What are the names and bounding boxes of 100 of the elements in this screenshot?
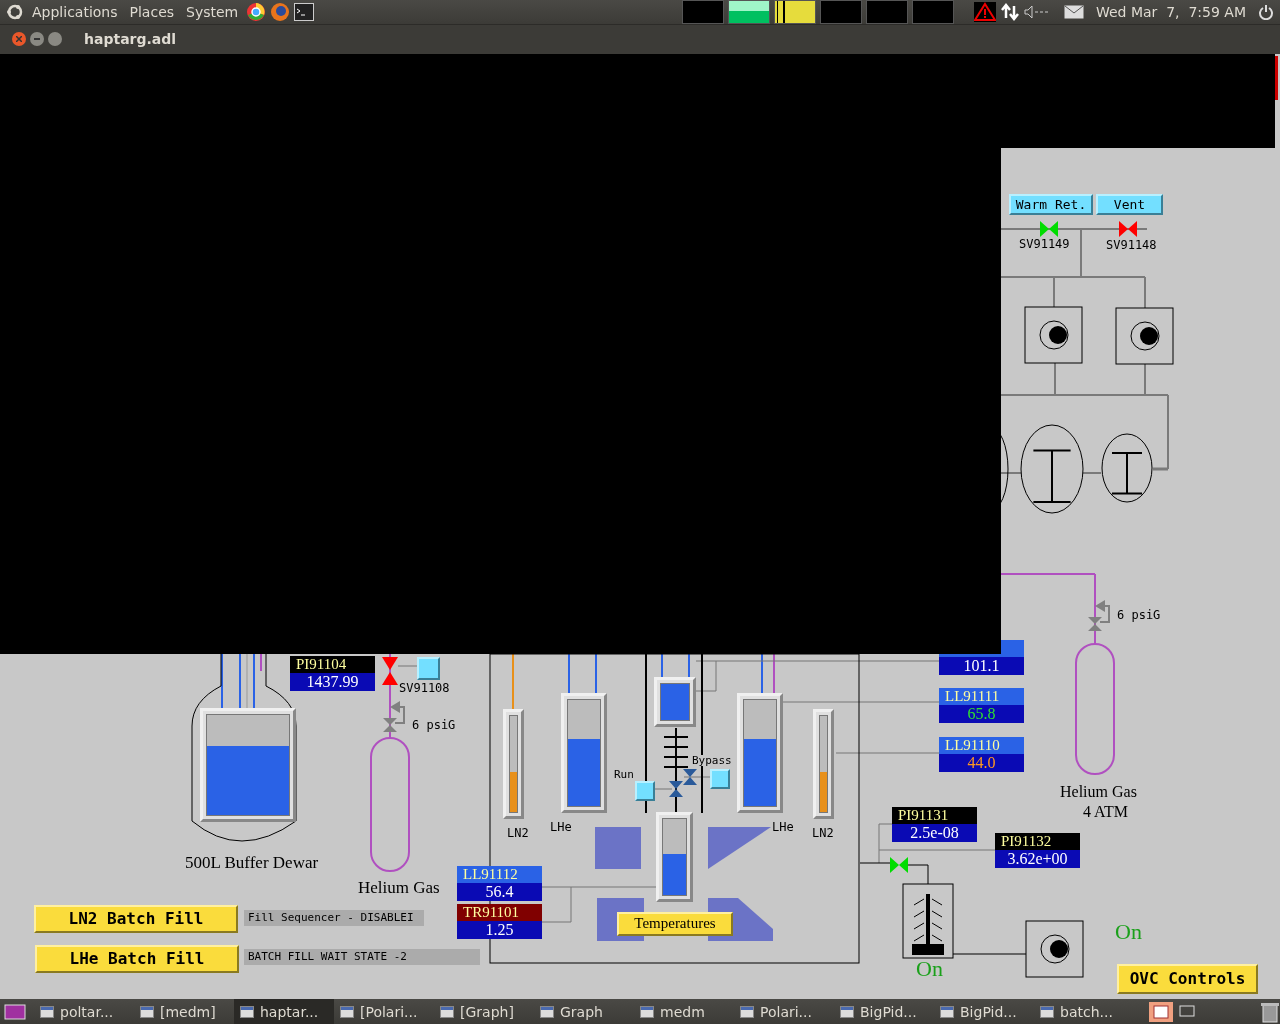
diagram-label: Helium Gas bbox=[1060, 783, 1137, 800]
workspace-icon[interactable] bbox=[1148, 1000, 1174, 1023]
clock[interactable]: Wed Mar 7, 7:59 AM bbox=[1087, 4, 1254, 20]
close-icon bbox=[16, 36, 22, 43]
diagram-label: LN2 bbox=[812, 826, 834, 839]
readout-name: LL91112 bbox=[457, 865, 542, 883]
readout-value: 2.5e-08 bbox=[910, 823, 959, 841]
status-text: On bbox=[1115, 920, 1142, 943]
taskbar-item[interactable]: BigPid... bbox=[934, 999, 1034, 1024]
pump-icon bbox=[1115, 307, 1174, 365]
ubuntu-logo-icon[interactable] bbox=[6, 3, 24, 21]
window-title: haptarg.adl bbox=[84, 31, 177, 48]
regulator-icon bbox=[383, 700, 405, 732]
action-button[interactable]: LHe Batch Fill bbox=[35, 944, 239, 973]
disk-graph bbox=[911, 0, 954, 24]
diagram-label: Helium Gas bbox=[358, 878, 440, 896]
window-icon bbox=[640, 1005, 654, 1018]
readout-name: PI91132 bbox=[995, 832, 1080, 850]
panel-menu[interactable]: System bbox=[182, 4, 243, 20]
cpu-graph bbox=[681, 0, 724, 24]
window-icon bbox=[740, 1005, 754, 1018]
terminal-icon[interactable] bbox=[294, 3, 315, 21]
window-icon bbox=[340, 1005, 354, 1018]
window-icon bbox=[240, 1005, 254, 1018]
action-button[interactable]: Temperatures bbox=[617, 911, 733, 936]
close-button[interactable] bbox=[12, 32, 26, 47]
swap-graph bbox=[819, 0, 862, 24]
control-button[interactable]: Vent bbox=[1096, 193, 1163, 215]
window-icon bbox=[140, 1005, 154, 1018]
panel-menu[interactable]: Applications bbox=[28, 4, 122, 20]
action-button[interactable]: LN2 Batch Fill bbox=[34, 904, 238, 933]
taskbar-item[interactable]: BigPid... bbox=[834, 999, 934, 1024]
valve-label: SV91149 bbox=[1019, 237, 1070, 250]
taskbar-item[interactable]: medm bbox=[634, 999, 734, 1024]
diagram-label: LHe bbox=[772, 820, 794, 833]
taskbar-item[interactable]: Graph bbox=[534, 999, 634, 1024]
taskbar-item[interactable]: poltar... bbox=[34, 999, 134, 1024]
warning-icon[interactable] bbox=[973, 2, 996, 22]
readout-name: TR91101 bbox=[457, 903, 542, 921]
action-button[interactable]: OVC Controls bbox=[1117, 963, 1258, 994]
pump-icon bbox=[1024, 306, 1083, 364]
status-message: Fill Sequencer - DISABLEI bbox=[244, 909, 424, 926]
taskbar-item[interactable]: Polari... bbox=[734, 999, 834, 1024]
status-text: On bbox=[916, 957, 943, 980]
minimize-icon bbox=[34, 38, 40, 41]
readout-value: 1437.99 bbox=[306, 672, 359, 690]
readout-value: 101.1 bbox=[963, 656, 1000, 674]
panel-menu[interactable]: Places bbox=[125, 4, 179, 20]
readout-value: 3.62e+00 bbox=[1007, 849, 1068, 867]
diagram-label: 4 ATM bbox=[1083, 803, 1128, 820]
memory-graph bbox=[727, 0, 770, 24]
minimize-button[interactable] bbox=[30, 32, 44, 47]
power-icon[interactable] bbox=[1258, 4, 1274, 20]
edge-marker bbox=[1275, 55, 1278, 100]
show-desktop-icon[interactable] bbox=[4, 1002, 26, 1021]
related-display-button[interactable] bbox=[710, 768, 730, 789]
related-display-button[interactable] bbox=[635, 780, 655, 801]
mail-icon[interactable] bbox=[1063, 5, 1084, 19]
browser-icon[interactable] bbox=[246, 2, 267, 22]
taskbar-item[interactable]: haptar... bbox=[234, 999, 334, 1024]
diagram-label: LN2 bbox=[507, 826, 529, 839]
diagram-label: Run bbox=[614, 768, 634, 780]
readout-value: 65.8 bbox=[967, 704, 996, 722]
control-button[interactable]: Warm Ret. bbox=[1009, 193, 1093, 215]
diagram-label: Bypass bbox=[692, 754, 732, 766]
network-arrows-icon[interactable] bbox=[999, 2, 1020, 22]
taskbar-item[interactable]: [Graph] bbox=[434, 999, 534, 1024]
valve-label: SV91108 bbox=[399, 681, 450, 694]
trash-icon[interactable] bbox=[1260, 1000, 1280, 1023]
load-graph bbox=[865, 0, 908, 24]
diagram-label: LHe bbox=[550, 820, 572, 833]
readout-value: 56.4 bbox=[485, 882, 514, 900]
readout-name: PI91131 bbox=[892, 806, 977, 824]
regulator-icon bbox=[1088, 599, 1110, 631]
valve-icon[interactable] bbox=[1119, 220, 1137, 237]
taskbar-item[interactable]: batch... bbox=[1034, 999, 1134, 1024]
readout-name: PI91104 bbox=[290, 655, 375, 673]
pump-icon bbox=[1025, 920, 1084, 978]
network-graph bbox=[773, 0, 816, 24]
readout-value: 44.0 bbox=[967, 753, 996, 771]
window-icon bbox=[940, 1005, 954, 1018]
window-icon bbox=[440, 1005, 454, 1018]
status-message: BATCH FILL WAIT STATE -2 bbox=[244, 948, 480, 965]
taskbar-item[interactable]: [medm] bbox=[134, 999, 234, 1024]
readout-name: LL91110 bbox=[939, 736, 1024, 754]
window-icon bbox=[840, 1005, 854, 1018]
diagram-label: 6 psiG bbox=[412, 718, 456, 731]
readout-value: 1.25 bbox=[485, 920, 514, 938]
readout-name: LL91111 bbox=[939, 687, 1024, 705]
window-icon bbox=[40, 1005, 54, 1018]
volume-icon[interactable] bbox=[1023, 5, 1050, 19]
diagram-label: 500L Buffer Dewar bbox=[185, 853, 319, 871]
diagram-label: 6 psiG bbox=[1117, 608, 1161, 621]
level-gauge bbox=[654, 676, 696, 727]
window-icon bbox=[1040, 1005, 1054, 1018]
taskbar-item[interactable]: [Polari... bbox=[334, 999, 434, 1024]
related-display-button[interactable] bbox=[417, 656, 440, 680]
valve-icon[interactable] bbox=[382, 656, 399, 685]
window-icon bbox=[540, 1005, 554, 1018]
maximize-button[interactable] bbox=[48, 32, 62, 47]
